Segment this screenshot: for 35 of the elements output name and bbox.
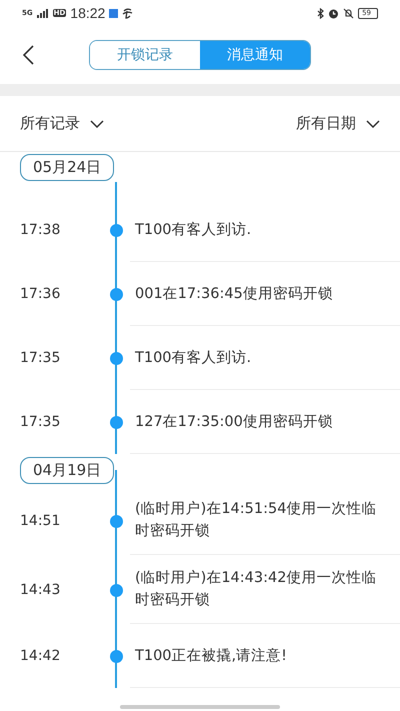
- timeline-dot: [110, 514, 123, 528]
- carrier-icon: [122, 8, 134, 18]
- event-message: T100有客人到访.: [135, 348, 252, 368]
- back-icon[interactable]: [22, 45, 34, 65]
- date-badge: 05月24日: [20, 154, 114, 181]
- app-icon: [109, 8, 118, 18]
- event-time: 14:43: [19, 580, 62, 600]
- event-message: 127在17:35:00使用密码开锁: [135, 412, 333, 432]
- event-time: 17:36: [19, 285, 62, 304]
- event-message: (临时用户)在14:43:42使用一次性临时密码开锁: [135, 569, 378, 610]
- event-time: 17:35: [19, 413, 62, 432]
- event-message: T100正在被撬,请注意!: [135, 646, 287, 666]
- chevron-down-icon: [90, 120, 104, 128]
- event-time: 14:51: [19, 512, 62, 530]
- event-message: 001在17:36:45使用密码开锁: [135, 284, 333, 304]
- date-badge: 04月19日: [20, 456, 114, 484]
- event-message: T100有客人到访.: [135, 220, 252, 240]
- bluetooth-icon: [317, 8, 324, 18]
- event-time: 14:42: [19, 647, 62, 666]
- chevron-down-icon: [366, 120, 380, 128]
- alarm-icon: [328, 8, 340, 18]
- timeline-dot: [110, 288, 123, 301]
- timeline-dot: [110, 416, 123, 429]
- status-time: 18:22: [70, 5, 106, 21]
- bell-off-icon: [343, 8, 354, 18]
- event-time: 17:35: [19, 349, 62, 368]
- timeline-dot: [110, 650, 123, 663]
- signal-icon: [36, 8, 49, 18]
- timeline-dot: [110, 584, 123, 596]
- timeline-dot: [110, 352, 123, 365]
- event-time: 17:38: [19, 221, 62, 240]
- event-message: (临时用户)在14:51:54使用一次性临时密码开锁: [135, 500, 378, 541]
- filter-dropdown[interactable]: 所有记录: [20, 114, 104, 133]
- timeline-dot: [110, 224, 123, 237]
- filter-dropdown[interactable]: 所有日期: [296, 114, 380, 133]
